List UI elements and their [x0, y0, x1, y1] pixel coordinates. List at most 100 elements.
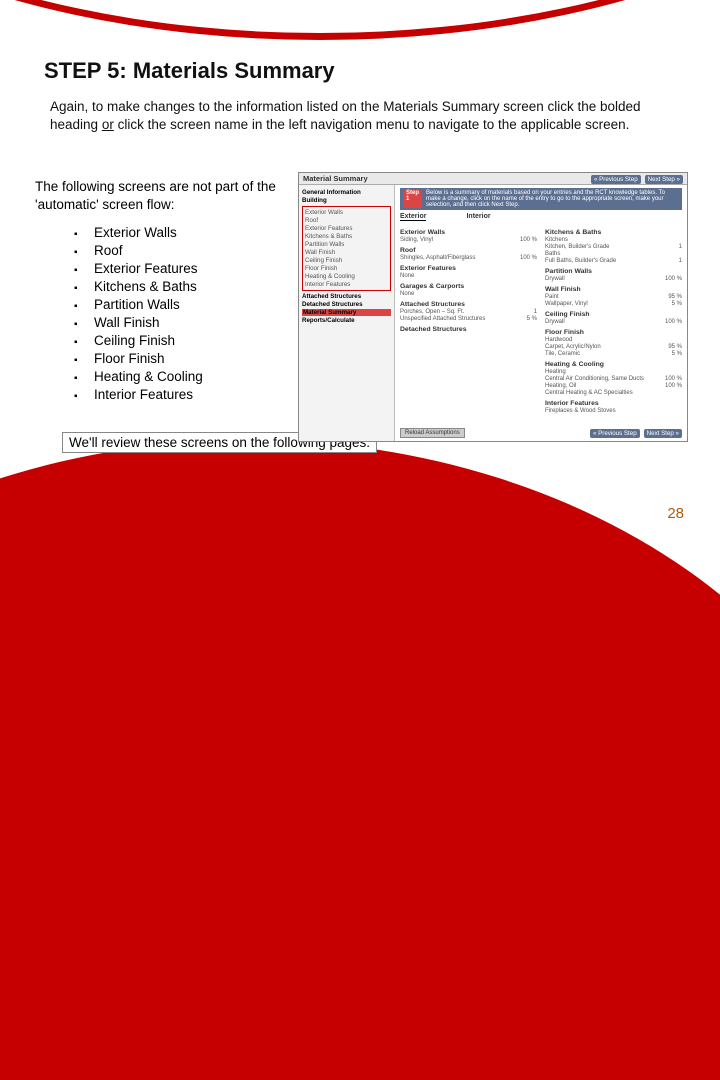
sidebar-item[interactable]: Roof — [305, 217, 388, 224]
sidebar-detached[interactable]: Detached Structures — [302, 301, 391, 308]
sidebar-building[interactable]: Building — [302, 197, 391, 204]
decorative-bottom-curve — [0, 440, 720, 1080]
sec-garages[interactable]: Garages & Carports — [400, 283, 537, 290]
step-text: Below is a summary of materials based on… — [426, 190, 679, 208]
list-item: Exterior Walls — [74, 225, 203, 240]
step-heading: STEP 5: Materials Summary — [44, 58, 335, 84]
row-label: Fireplaces & Wood Stoves — [545, 408, 616, 414]
footer-bar: Reload Assumptions « Previous Step Next … — [400, 428, 682, 438]
list-item: Interior Features — [74, 387, 203, 402]
sidebar-item[interactable]: Wall Finish — [305, 249, 388, 256]
row-val: 100 % — [665, 319, 682, 325]
sec-pw[interactable]: Partition Walls — [545, 268, 682, 275]
lead-text: The following screens are not part of th… — [35, 178, 285, 214]
col-right: Kitchens & Baths Kitchens Kitchen, Build… — [545, 225, 682, 414]
sec-detached[interactable]: Detached Structures — [400, 326, 537, 333]
intro-or: or — [102, 117, 114, 132]
row-label: Baths — [545, 251, 560, 257]
row-label: Central Air Conditioning, Same Ducts — [545, 376, 644, 382]
app-titlebar: Material Summary « Previous Step Next St… — [299, 173, 687, 185]
sidebar-attached[interactable]: Attached Structures — [302, 293, 391, 300]
row-label: Heating, Oil — [545, 383, 576, 389]
list-item: Heating & Cooling — [74, 369, 203, 384]
sec-roof[interactable]: Roof — [400, 247, 537, 254]
row-label: Wallpaper, Vinyl — [545, 301, 588, 307]
sidebar-material-summary[interactable]: Material Summary — [302, 309, 391, 316]
tabs: Exterior Interior — [400, 213, 682, 221]
row-val: 1 — [679, 244, 682, 250]
app-screenshot: Material Summary « Previous Step Next St… — [298, 172, 688, 442]
row-val: 1 — [534, 309, 537, 315]
tab-exterior[interactable]: Exterior — [400, 213, 426, 221]
sidebar-item[interactable]: Kitchens & Baths — [305, 233, 388, 240]
col-left: Exterior Walls Siding, Vinyl 100 % Roof S… — [400, 225, 537, 414]
sec-attached[interactable]: Attached Structures — [400, 301, 537, 308]
reload-assumptions-button[interactable]: Reload Assumptions — [400, 428, 465, 438]
app-title: Material Summary — [303, 174, 368, 183]
step-badge: Step 1 — [403, 190, 422, 208]
decorative-top-arc — [0, 0, 720, 40]
sec-ext-feat[interactable]: Exterior Features — [400, 265, 537, 272]
main-panel: Step 1 Below is a summary of materials b… — [395, 185, 687, 441]
row-label: Tile, Ceramic — [545, 351, 580, 357]
prev-step-button[interactable]: « Previous Step — [591, 175, 641, 184]
screen-list: Exterior Walls Roof Exterior Features Ki… — [74, 222, 203, 405]
next-step-button-bottom[interactable]: Next Step » — [644, 429, 682, 438]
next-step-button[interactable]: Next Step » — [645, 175, 683, 184]
prev-step-button-bottom[interactable]: « Previous Step — [590, 429, 640, 438]
sidebar-item[interactable]: Floor Finish — [305, 265, 388, 272]
sidebar: General Information Building Exterior Wa… — [299, 185, 395, 441]
sidebar-item[interactable]: Exterior Features — [305, 225, 388, 232]
list-item: Wall Finish — [74, 315, 203, 330]
row-label: Heating — [545, 369, 566, 375]
row-label: Central Heating & AC Specialties — [545, 390, 633, 396]
row-label: Drywall — [545, 276, 565, 282]
row-val: 5 % — [672, 301, 682, 307]
sec-if[interactable]: Interior Features — [545, 400, 682, 407]
step-bar: Step 1 Below is a summary of materials b… — [400, 188, 682, 210]
list-item: Kitchens & Baths — [74, 279, 203, 294]
sec-kb[interactable]: Kitchens & Baths — [545, 229, 682, 236]
row-label: None — [400, 273, 414, 279]
row-val: 100 % — [520, 237, 537, 243]
row-label: Drywall — [545, 319, 565, 325]
row-val: 100 % — [665, 383, 682, 389]
row-val: 100 % — [665, 276, 682, 282]
row-val: 5 % — [527, 316, 537, 322]
row-label: Paint — [545, 294, 559, 300]
row-label: Full Baths, Builder's Grade — [545, 258, 616, 264]
row-label: Shingles, Asphalt/Fiberglass — [400, 255, 475, 261]
sec-exterior-walls[interactable]: Exterior Walls — [400, 229, 537, 236]
list-item: Ceiling Finish — [74, 333, 203, 348]
nav-buttons: « Previous Step Next Step » — [589, 174, 683, 184]
row-val: 100 % — [665, 376, 682, 382]
sidebar-item[interactable]: Partition Walls — [305, 241, 388, 248]
sidebar-item[interactable]: Exterior Walls — [305, 209, 388, 216]
sec-cf[interactable]: Ceiling Finish — [545, 311, 682, 318]
list-item: Floor Finish — [74, 351, 203, 366]
row-val: 100 % — [520, 255, 537, 261]
sec-ff[interactable]: Floor Finish — [545, 329, 682, 336]
row-label: Unspecified Attached Structures — [400, 316, 485, 322]
sec-wf[interactable]: Wall Finish — [545, 286, 682, 293]
page-number: 28 — [667, 505, 684, 522]
row-label: Porches, Open – Sq. Ft. — [400, 309, 464, 315]
tab-interior[interactable]: Interior — [466, 213, 490, 221]
row-label: Siding, Vinyl — [400, 237, 433, 243]
sidebar-item[interactable]: Ceiling Finish — [305, 257, 388, 264]
list-item: Roof — [74, 243, 203, 258]
row-val: 1 — [679, 258, 682, 264]
sidebar-item[interactable]: Heating & Cooling — [305, 273, 388, 280]
row-label: None — [400, 291, 414, 297]
sidebar-reports[interactable]: Reports/Calculate — [302, 317, 391, 324]
row-label: Carpet, Acrylic/Nylon — [545, 344, 601, 350]
row-val: 95 % — [668, 344, 682, 350]
sidebar-general-info[interactable]: General Information — [302, 189, 391, 196]
list-item: Exterior Features — [74, 261, 203, 276]
row-val: 5 % — [672, 351, 682, 357]
row-label: Kitchens — [545, 237, 568, 243]
row-label: Hardwood — [545, 337, 572, 343]
list-item: Partition Walls — [74, 297, 203, 312]
sidebar-item[interactable]: Interior Features — [305, 281, 388, 288]
sec-hc[interactable]: Heating & Cooling — [545, 361, 682, 368]
